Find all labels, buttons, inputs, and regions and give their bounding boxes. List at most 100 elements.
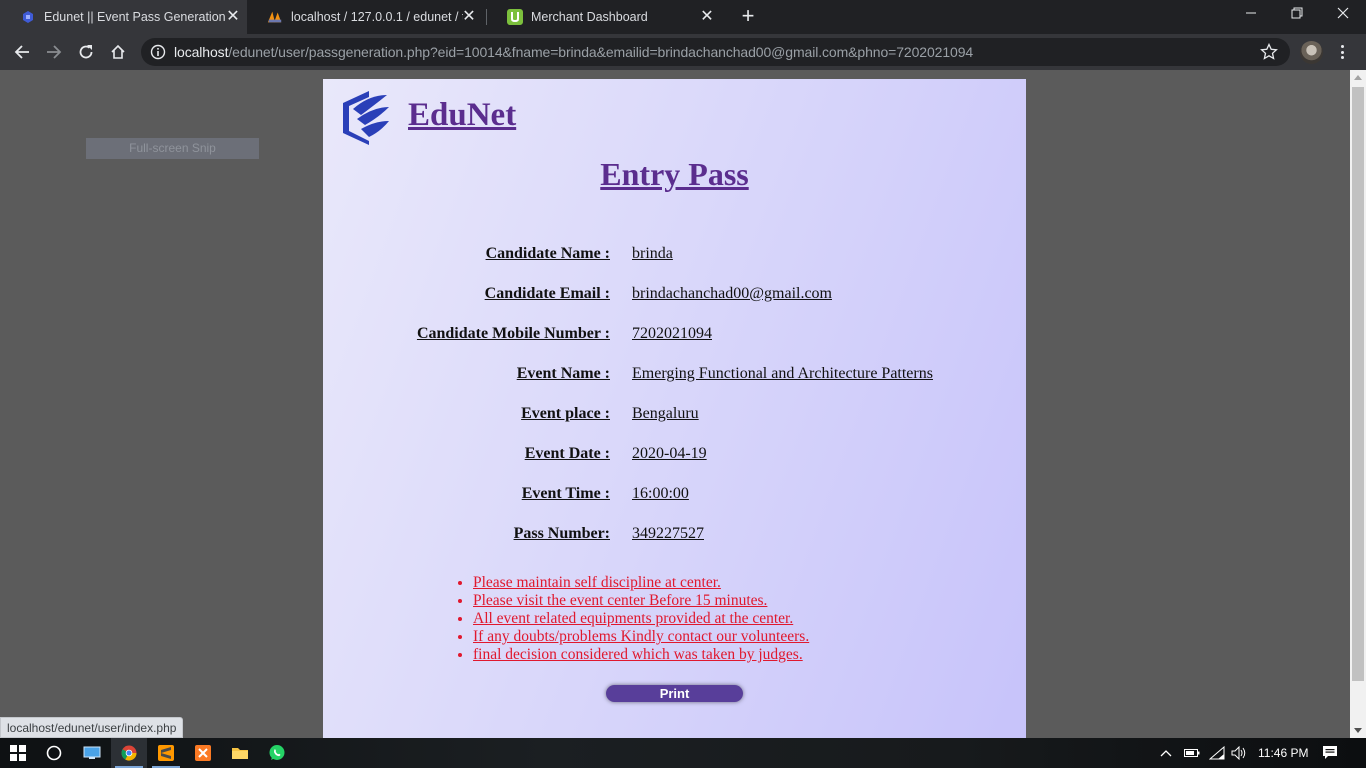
- merchant-favicon-icon: [507, 9, 523, 25]
- detail-row-pass-number: Pass Number: 349227527: [323, 525, 1026, 547]
- browser-toolbar: localhost/edunet/user/passgeneration.php…: [0, 34, 1366, 70]
- detail-value: 7202021094: [632, 325, 712, 342]
- restore-button[interactable]: [1274, 0, 1320, 30]
- new-tab-button[interactable]: +: [737, 5, 759, 28]
- wifi-indicator[interactable]: [1209, 738, 1225, 768]
- brand-link[interactable]: EduNet: [408, 97, 516, 134]
- page-viewport: Full-screen Snip EduNet Entry Pass Candi…: [0, 70, 1350, 738]
- back-arrow-icon: [14, 45, 29, 59]
- rule-item: Please maintain self discipline at cente…: [473, 574, 809, 592]
- start-button[interactable]: [0, 738, 36, 768]
- back-button[interactable]: [10, 40, 34, 64]
- xampp-icon: [195, 745, 211, 761]
- scrollbar-thumb[interactable]: [1352, 87, 1364, 681]
- rule-item: All event related equipments provided at…: [473, 610, 809, 628]
- folder-icon: [232, 748, 248, 759]
- tab-title: localhost / 127.0.0.1 / edunet / tb: [291, 10, 463, 24]
- detail-value: 349227527: [632, 525, 704, 542]
- profile-avatar[interactable]: [1300, 41, 1323, 64]
- reload-button[interactable]: [74, 40, 98, 64]
- detail-label: Candidate Mobile Number :: [416, 325, 610, 342]
- taskbar-app-explorer[interactable]: [222, 738, 258, 768]
- snip-label: Full-screen Snip: [86, 138, 259, 159]
- search-button[interactable]: [36, 738, 72, 768]
- action-center-button[interactable]: [1322, 738, 1344, 768]
- print-button[interactable]: Print: [606, 685, 743, 702]
- home-icon: [111, 44, 125, 59]
- detail-label: Event Name :: [516, 365, 610, 382]
- detail-row-event-date: Event Date : 2020-04-19: [323, 445, 1026, 467]
- wifi-icon: [1209, 746, 1225, 760]
- taskbar-app-whatsapp[interactable]: [259, 738, 295, 768]
- taskbar-clock[interactable]: 11:46 PM: [1258, 738, 1308, 768]
- minimize-button[interactable]: [1228, 0, 1274, 30]
- status-bar-url: localhost/edunet/user/index.php: [0, 717, 184, 738]
- notification-icon: [1323, 746, 1337, 759]
- battery-indicator[interactable]: [1184, 738, 1200, 768]
- taskbar-app-xampp[interactable]: [185, 738, 221, 768]
- taskbar-app-chrome[interactable]: [111, 738, 147, 768]
- page-title: Entry Pass: [600, 156, 749, 192]
- close-tab-icon[interactable]: ✕: [225, 9, 241, 25]
- edunet-favicon-icon: [20, 9, 36, 25]
- detail-row-candidate-mobile: Candidate Mobile Number : 7202021094: [323, 325, 1026, 347]
- close-tab-icon[interactable]: ✕: [699, 9, 715, 25]
- forward-button[interactable]: [42, 40, 66, 64]
- tab-title: Edunet || Event Pass Generation: [44, 10, 226, 24]
- minimize-icon: [1246, 12, 1256, 14]
- tab-title: Merchant Dashboard: [531, 10, 648, 24]
- speaker-icon: [1231, 746, 1246, 760]
- detail-row-event-time: Event Time : 16:00:00: [323, 485, 1026, 507]
- site-info-icon[interactable]: [150, 44, 166, 60]
- taskbar-app-desktop[interactable]: [74, 738, 110, 768]
- close-window-button[interactable]: [1320, 0, 1366, 30]
- detail-value: 16:00:00: [632, 485, 689, 502]
- tab-strip: Edunet || Event Pass Generation ✕ localh…: [0, 0, 1366, 34]
- detail-value: Emerging Functional and Architecture Pat…: [632, 365, 933, 382]
- rule-item: final decision considered which was take…: [473, 646, 809, 664]
- edunet-logo-icon: [343, 91, 389, 145]
- detail-value: brinda: [632, 245, 673, 262]
- detail-label: Pass Number:: [513, 525, 610, 542]
- tab-edunet-pass[interactable]: Edunet || Event Pass Generation ✕: [0, 0, 247, 34]
- url-text: localhost/edunet/user/passgeneration.php…: [174, 44, 974, 60]
- detail-label: Event Date :: [524, 445, 610, 462]
- battery-icon: [1184, 749, 1200, 757]
- detail-label: Event place :: [521, 405, 610, 422]
- show-hidden-icons-button[interactable]: [1160, 738, 1174, 768]
- browser-menu-icon[interactable]: [1336, 42, 1348, 62]
- volume-indicator[interactable]: [1231, 738, 1249, 768]
- rule-item: If any doubts/problems Kindly contact ou…: [473, 628, 809, 646]
- home-button[interactable]: [106, 40, 130, 64]
- sublime-text-icon: [158, 745, 174, 761]
- rule-item: Please visit the event center Before 15 …: [473, 592, 809, 610]
- detail-label: Candidate Name :: [485, 245, 610, 262]
- restore-icon: [1291, 7, 1303, 19]
- cortana-circle-icon: [46, 745, 62, 761]
- detail-row-candidate-name: Candidate Name : brinda: [323, 245, 1026, 267]
- bookmark-star-icon[interactable]: [1260, 43, 1278, 61]
- tab-merchant-dashboard[interactable]: Merchant Dashboard ✕: [487, 0, 727, 34]
- windows-logo-icon: [10, 745, 26, 761]
- page-scrollbar[interactable]: [1350, 70, 1366, 738]
- close-tab-icon[interactable]: ✕: [461, 9, 477, 25]
- scroll-up-arrow-icon[interactable]: [1354, 75, 1362, 80]
- phpmyadmin-favicon-icon: [267, 9, 283, 25]
- windows-taskbar: 11:46 PM: [0, 738, 1366, 768]
- close-icon: [1337, 7, 1349, 19]
- detail-row-event-name: Event Name : Emerging Functional and Arc…: [323, 365, 1026, 387]
- scroll-down-arrow-icon[interactable]: [1354, 728, 1362, 733]
- entry-pass-card: EduNet Entry Pass Candidate Name : brind…: [323, 79, 1026, 738]
- whatsapp-icon: [269, 745, 285, 760]
- tab-phpmyadmin[interactable]: localhost / 127.0.0.1 / edunet / tb ✕: [247, 0, 487, 34]
- chrome-icon: [121, 745, 137, 761]
- address-bar[interactable]: localhost/edunet/user/passgeneration.php…: [141, 38, 1290, 66]
- rules-list: Please maintain self discipline at cente…: [473, 574, 809, 664]
- reload-icon: [79, 45, 93, 59]
- detail-value: 2020-04-19: [632, 445, 707, 462]
- detail-row-candidate-email: Candidate Email : brindachanchad00@gmail…: [323, 285, 1026, 307]
- forward-arrow-icon: [47, 45, 62, 59]
- detail-row-event-place: Event place : Bengaluru: [323, 405, 1026, 427]
- detail-value: Bengaluru: [632, 405, 699, 422]
- taskbar-app-sublime[interactable]: [148, 738, 184, 768]
